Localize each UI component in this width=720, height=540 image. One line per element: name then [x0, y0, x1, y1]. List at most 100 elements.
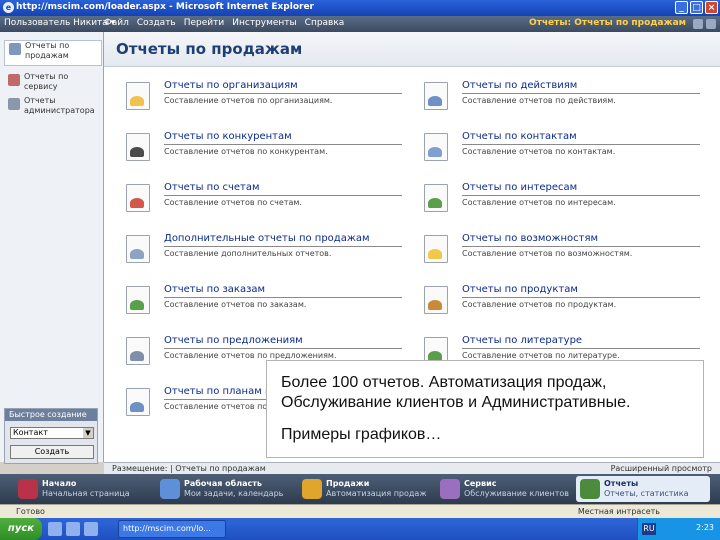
report-title[interactable]: Отчеты по заказам [164, 284, 265, 295]
module-name: Рабочая область [184, 479, 262, 488]
report-icon [424, 133, 448, 161]
calendar-icon [160, 479, 180, 499]
quick-create-button[interactable]: Создать [10, 445, 94, 459]
caption-line-1: Более 100 отчетов. Автоматизация продаж,… [281, 374, 631, 411]
report-item[interactable]: Отчеты по конкурентам Составление отчетов… [126, 129, 402, 169]
report-item[interactable]: Отчеты по действиям Составление отчетов п… [424, 78, 700, 118]
module-service[interactable]: Сервис Обслуживание клиентов [436, 476, 572, 502]
folder-icon[interactable] [84, 522, 98, 536]
report-item[interactable]: Отчеты по продуктам Составление отчетов п… [424, 282, 700, 322]
report-description: Составление отчетов по продуктам. [462, 300, 617, 309]
report-title[interactable]: Отчеты по возможностям [462, 233, 598, 244]
sidebar-item-label: Отчеты по продажам [25, 41, 70, 60]
report-item[interactable]: Дополнительные отчеты по продажам Составл… [126, 231, 402, 271]
system-tray: RU 2:23 [637, 518, 720, 540]
menu-goto[interactable]: Перейти [184, 18, 225, 28]
pie-chart-icon [580, 479, 600, 499]
module-subtitle: Начальная страница [42, 489, 130, 498]
report-icon [126, 133, 150, 161]
module-name: Начало [42, 479, 77, 488]
quick-create-select-value: Контакт [13, 428, 48, 437]
report-description: Составление отчетов по действиям. [462, 96, 616, 105]
taskbar-window-button[interactable]: http://mscim.com/lo... [118, 520, 226, 538]
report-icon [424, 286, 448, 314]
report-title[interactable]: Отчеты по литературе [462, 335, 582, 346]
menu-create[interactable]: Создать [137, 18, 176, 28]
breadcrumb: Отчеты: Отчеты по продажам [529, 18, 686, 28]
report-title[interactable]: Отчеты по конкурентам [164, 131, 292, 142]
menu-file[interactable]: Файл [104, 18, 129, 28]
divider [164, 144, 402, 145]
report-item[interactable]: Отчеты по возможностям Составление отчето… [424, 231, 700, 271]
report-title[interactable]: Отчеты по интересам [462, 182, 577, 193]
quick-create-panel: Быстрое создание Контакт ▼ Создать [4, 408, 98, 464]
divider [164, 348, 402, 349]
module-subtitle: Автоматизация продаж [326, 489, 427, 498]
print-icon[interactable] [693, 19, 703, 29]
report-description: Составление отчетов по интересам. [462, 198, 616, 207]
report-title[interactable]: Отчеты по предложениям [164, 335, 303, 346]
location-text: Размещение: | Отчеты по продажам [112, 464, 266, 473]
language-indicator[interactable]: RU [642, 523, 656, 535]
report-title[interactable]: Отчеты по продуктам [462, 284, 578, 295]
ie-icon[interactable] [66, 522, 80, 536]
report-item[interactable]: Отчеты по организациям Составление отчето… [126, 78, 402, 118]
divider [164, 195, 402, 196]
module-workplace[interactable]: Рабочая область Мои задачи, календарь [156, 476, 292, 502]
service-icon [440, 479, 460, 499]
report-description: Составление отчетов по счетам. [164, 198, 302, 207]
home-icon [18, 479, 38, 499]
report-item[interactable]: Отчеты по интересам Составление отчетов п… [424, 180, 700, 220]
sidebar-item-sales-reports[interactable]: Отчеты по продажам [4, 40, 102, 66]
status-text: Готово [16, 507, 45, 516]
quick-create-select[interactable]: Контакт ▼ [10, 427, 94, 439]
desktop-icon[interactable] [48, 522, 62, 536]
user-menu[interactable]: Пользователь Никита ▾ [4, 18, 115, 28]
report-description: Составление дополнительных отчетов. [164, 249, 332, 258]
menu-tools[interactable]: Инструменты [232, 18, 296, 28]
report-icon [126, 184, 150, 212]
report-icon [8, 74, 20, 86]
caption-line-2: Примеры графиков… [281, 426, 442, 443]
module-subtitle: Мои задачи, календарь [184, 489, 284, 498]
report-title[interactable]: Дополнительные отчеты по продажам [164, 233, 370, 244]
report-title[interactable]: Отчеты по контактам [462, 131, 577, 142]
report-icon [126, 337, 150, 365]
chevron-down-icon[interactable]: ▼ [83, 428, 93, 438]
clock: 2:23 [696, 523, 714, 532]
divider [164, 246, 402, 247]
sales-icon [302, 479, 322, 499]
report-icon [424, 82, 448, 110]
report-icon [424, 184, 448, 212]
report-item[interactable]: Отчеты по контактам Составление отчетов п… [424, 129, 700, 169]
report-title[interactable]: Отчеты по организациям [164, 80, 298, 91]
help-icon[interactable] [706, 19, 716, 29]
advanced-view-link[interactable]: Расширенный просмотр [611, 464, 712, 473]
minimize-button[interactable]: _ [675, 1, 688, 14]
report-title[interactable]: Отчеты по счетам [164, 182, 260, 193]
sidebar-item-admin-reports[interactable]: Отчеты администратора [4, 96, 100, 120]
report-title[interactable]: Отчеты по действиям [462, 80, 577, 91]
report-description: Составление отчетов по контактам. [462, 147, 616, 156]
sidebar-item-service-reports[interactable]: Отчеты по сервису [4, 72, 100, 91]
report-item[interactable]: Отчеты по счетам Составление отчетов по с… [126, 180, 402, 220]
module-name: Сервис [464, 479, 497, 488]
start-button[interactable]: пуск [0, 518, 42, 540]
report-icon [8, 98, 20, 110]
divider [462, 195, 700, 196]
module-home[interactable]: Начало Начальная страница [14, 476, 144, 502]
divider [462, 144, 700, 145]
ie-icon: e [3, 2, 14, 13]
page-title: Отчеты по продажам [116, 40, 303, 58]
menu-help[interactable]: Справка [305, 18, 345, 28]
maximize-button[interactable]: □ [690, 1, 703, 14]
report-description: Составление отчетов по заказам. [164, 300, 307, 309]
nav-icons [693, 19, 716, 29]
sidebar-item-label: Отчеты администратора [24, 96, 95, 115]
main-header: Отчеты по продажам [104, 32, 720, 67]
close-button[interactable]: × [705, 1, 718, 14]
module-reports[interactable]: Отчеты Отчеты, статистика [576, 476, 710, 502]
report-item[interactable]: Отчеты по заказам Составление отчетов по … [126, 282, 402, 322]
report-description: Составление отчетов по литературе. [462, 351, 620, 360]
module-sales[interactable]: Продажи Автоматизация продаж [298, 476, 432, 502]
